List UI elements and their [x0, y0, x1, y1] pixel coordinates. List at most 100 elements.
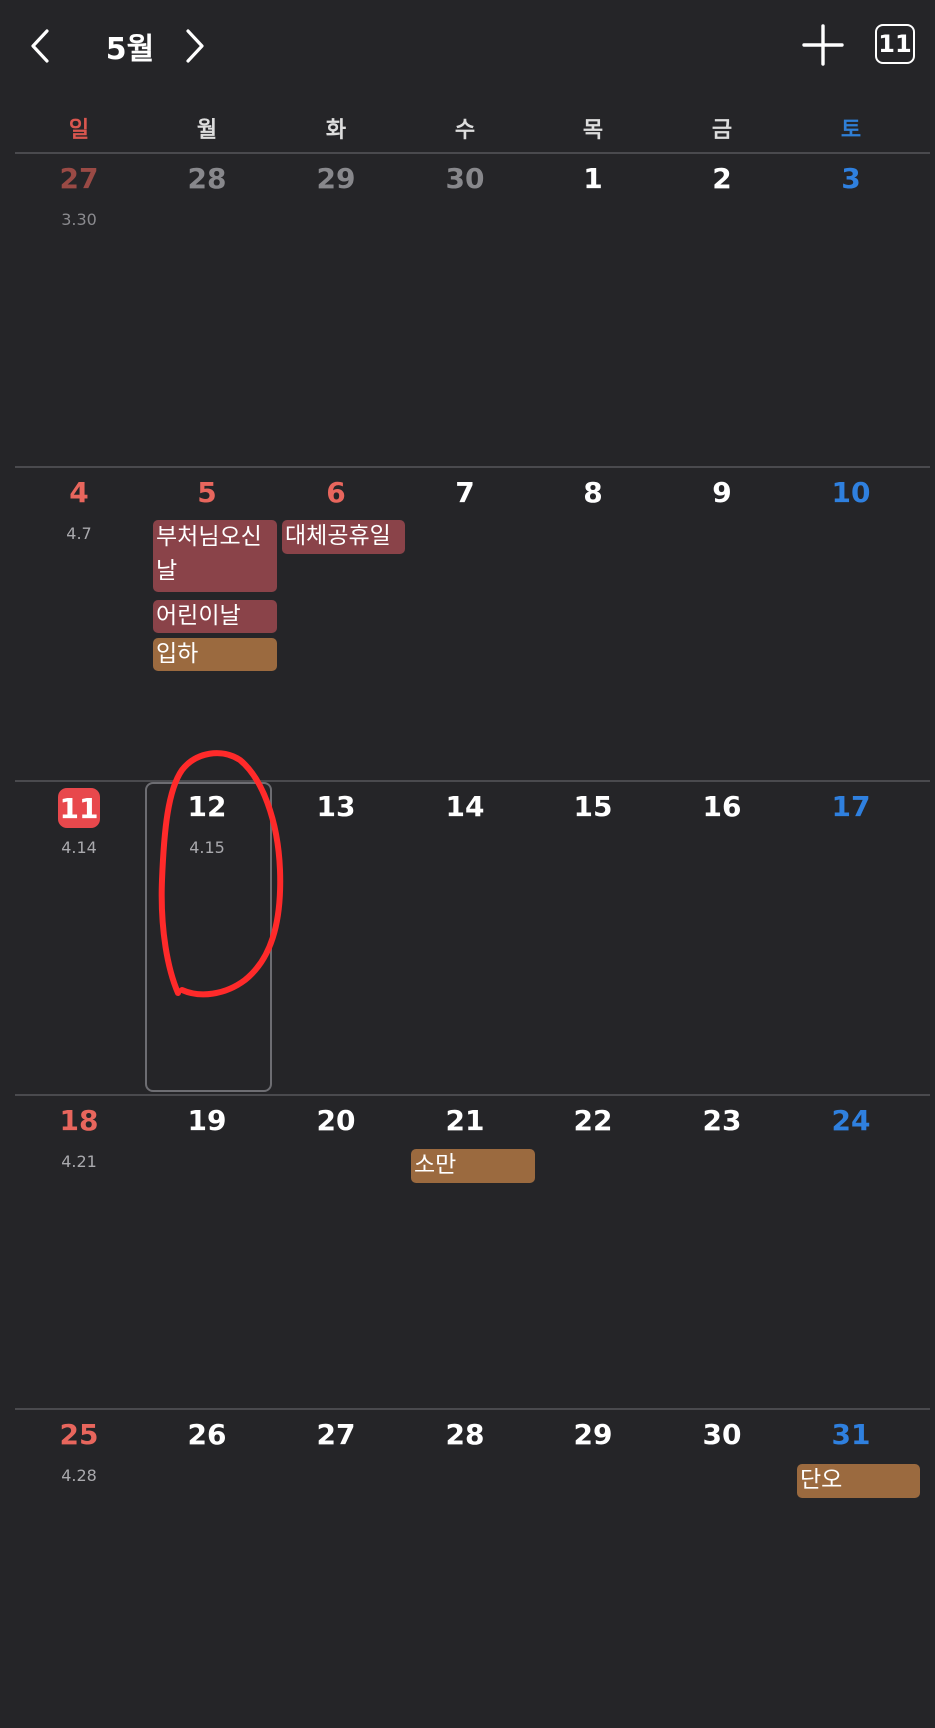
event-substitute-holiday[interactable]: 대체공휴일 — [282, 520, 405, 554]
day-cell-selected[interactable]: 12 4.15 — [143, 780, 272, 1094]
week-row: 25 4.28 26 27 28 29 30 31 단오 — [15, 1408, 930, 1722]
day-number: 24 — [831, 1104, 871, 1137]
week-row: 27 3.30 28 29 30 1 2 3 — [15, 152, 930, 466]
day-cell[interactable]: 1 — [529, 152, 657, 466]
chevron-left-icon — [31, 29, 49, 63]
day-number: 8 — [583, 476, 603, 509]
weekday-thursday: 목 — [582, 118, 604, 143]
day-number: 12 — [187, 790, 227, 823]
day-cell[interactable]: 29 — [272, 152, 400, 466]
weekday-saturday: 토 — [840, 118, 862, 143]
day-cell[interactable]: 2 — [658, 152, 786, 466]
day-number: 5 — [197, 476, 217, 509]
calendar-header: 5월 11 — [0, 0, 935, 100]
event-childrens-day[interactable]: 어린이날 — [153, 600, 277, 633]
day-number: 6 — [326, 476, 346, 509]
day-cell[interactable]: 7 — [401, 466, 529, 780]
day-cell[interactable]: 29 — [529, 1408, 657, 1722]
day-number: 13 — [316, 790, 356, 823]
day-number: 21 — [445, 1104, 485, 1137]
day-number: 30 — [702, 1418, 742, 1451]
weekday-wednesday: 수 — [454, 118, 476, 143]
day-cell[interactable]: 31 — [787, 1408, 915, 1722]
day-number: 16 — [702, 790, 742, 823]
day-number: 30 — [445, 162, 485, 195]
today-marker: 11 — [58, 788, 100, 828]
day-cell-today[interactable]: 11 4.14 — [15, 780, 143, 1094]
selection-outline — [145, 782, 272, 1092]
day-number: 9 — [712, 476, 732, 509]
day-number: 14 — [445, 790, 485, 823]
day-number: 29 — [573, 1418, 613, 1451]
day-cell[interactable]: 19 — [143, 1094, 271, 1408]
weekday-friday: 금 — [711, 118, 733, 143]
weekday-monday: 월 — [196, 118, 218, 143]
lunar-date: 4.21 — [61, 1152, 97, 1171]
event-dano[interactable]: 단오 — [797, 1464, 920, 1498]
day-cell[interactable]: 23 — [658, 1094, 786, 1408]
month-title[interactable]: 5월 — [80, 24, 180, 68]
day-cell[interactable]: 14 — [401, 780, 529, 1094]
day-number: 20 — [316, 1104, 356, 1137]
add-event-button[interactable] — [800, 22, 846, 68]
day-cell[interactable]: 21 — [401, 1094, 529, 1408]
prev-month-button[interactable] — [20, 22, 60, 70]
event-soman[interactable]: 소만 — [411, 1149, 535, 1183]
lunar-date: 4.28 — [61, 1466, 97, 1485]
day-cell[interactable]: 3 — [787, 152, 915, 466]
week-row: 18 4.21 19 20 21 22 23 24 소만 — [15, 1094, 930, 1408]
plus-icon — [802, 24, 844, 66]
day-cell[interactable]: 8 — [529, 466, 657, 780]
day-cell[interactable]: 28 — [401, 1408, 529, 1722]
day-cell[interactable]: 24 — [787, 1094, 915, 1408]
week-row: 4 4.7 5 6 7 8 9 10 부처님오신 날 어린이날 입하 대체공휴일 — [15, 466, 930, 780]
day-cell[interactable]: 6 — [272, 466, 400, 780]
day-cell[interactable]: 20 — [272, 1094, 400, 1408]
day-cell[interactable]: 13 — [272, 780, 400, 1094]
lunar-date: 4.15 — [189, 838, 225, 857]
lunar-date: 4.7 — [66, 524, 92, 543]
lunar-date: 3.30 — [61, 210, 97, 229]
day-number: 23 — [702, 1104, 742, 1137]
day-cell[interactable]: 25 4.28 — [15, 1408, 143, 1722]
chevron-right-icon — [186, 29, 204, 63]
day-cell[interactable]: 28 — [143, 152, 271, 466]
day-cell[interactable]: 27 — [272, 1408, 400, 1722]
weekday-header: 일 월 화 수 목 금 토 — [15, 112, 930, 152]
event-label: 부처님오신 — [156, 524, 262, 550]
day-cell[interactable]: 30 — [658, 1408, 786, 1722]
day-number: 15 — [573, 790, 613, 823]
day-number: 19 — [187, 1104, 227, 1137]
day-cell[interactable]: 27 3.30 — [15, 152, 143, 466]
day-number: 27 — [316, 1418, 356, 1451]
day-cell[interactable]: 4 4.7 — [15, 466, 143, 780]
lunar-date: 4.14 — [61, 838, 97, 857]
today-button[interactable]: 11 — [875, 24, 915, 64]
day-number: 26 — [187, 1418, 227, 1451]
event-ipha[interactable]: 입하 — [153, 638, 277, 671]
day-cell[interactable]: 26 — [143, 1408, 271, 1722]
day-cell[interactable]: 15 — [529, 780, 657, 1094]
day-number: 22 — [573, 1104, 613, 1137]
day-cell[interactable]: 18 4.21 — [15, 1094, 143, 1408]
day-number: 25 — [59, 1418, 99, 1451]
weekday-tuesday: 화 — [325, 118, 347, 143]
week-row: 11 4.14 12 4.15 13 14 15 16 17 — [15, 780, 930, 1094]
day-number: 18 — [59, 1104, 99, 1137]
weekday-sunday: 일 — [68, 118, 90, 143]
event-buddhas-birthday[interactable]: 부처님오신 날 — [153, 520, 277, 592]
day-number: 29 — [316, 162, 356, 195]
day-number: 4 — [69, 476, 89, 509]
day-number: 28 — [187, 162, 227, 195]
next-month-button[interactable] — [175, 22, 215, 70]
day-number: 1 — [583, 162, 603, 195]
day-cell[interactable]: 22 — [529, 1094, 657, 1408]
day-cell[interactable]: 30 — [401, 152, 529, 466]
day-cell[interactable]: 10 — [787, 466, 915, 780]
day-cell[interactable]: 17 — [787, 780, 915, 1094]
event-label: 날 — [156, 558, 178, 584]
day-number: 28 — [445, 1418, 485, 1451]
day-cell[interactable]: 9 — [658, 466, 786, 780]
day-number: 7 — [455, 476, 475, 509]
day-cell[interactable]: 16 — [658, 780, 786, 1094]
